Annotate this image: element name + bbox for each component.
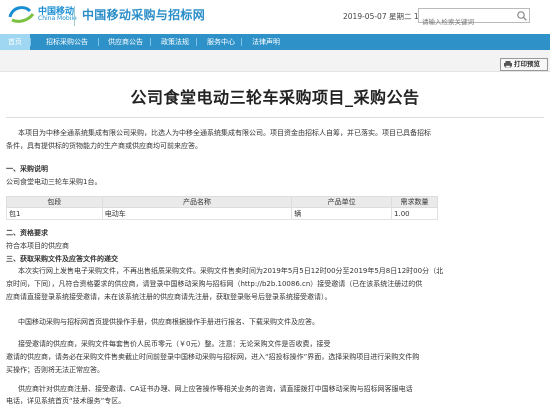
para2: 中国移动采购与招标网首页提供操作手册，供应商根据操作手册进行报名、下载采购文件及… (18, 318, 319, 326)
col-header-unit: 产品单位 (291, 196, 393, 208)
product-table: 包段 产品名称 产品单位 需求数量 包1 电动车 辆 1.00 (6, 196, 438, 220)
main-nav: 首页 招标采购公告 供应商公告 政策法规 服务中心 法律声明 (0, 34, 550, 50)
section1-text: 公司食堂电动三轮车采购1台。 (6, 178, 102, 186)
intro-line-2: 条件，具有提供标的货物能力的生产商或供应商均可前来应答。 (6, 142, 202, 150)
print-preview-label: 打印预览 (514, 60, 540, 68)
site-title[interactable]: 中国移动采购与招标网 (82, 6, 205, 23)
header-divider (74, 6, 75, 26)
para1-line-3: 应商请直接登录系统接受邀请，未在该系统注册的供应商请先注册，获取登录账号后登录系… (6, 293, 332, 301)
cell-package: 包1 (6, 207, 103, 220)
para4-line-2: 电话，详见系统首页“技术服务”专区。 (6, 397, 126, 405)
nav-item-policies[interactable]: 政策法规 (161, 34, 189, 50)
search-input[interactable] (419, 15, 514, 29)
table-row: 包1 电动车 辆 1.00 (6, 207, 438, 220)
china-mobile-logo-icon[interactable] (6, 3, 36, 25)
cell-quantity: 1.00 (391, 207, 438, 220)
section-heading-documents: 三、获取采购文件及应答文件的递交 (6, 255, 118, 263)
nav-item-service-center[interactable]: 服务中心 (207, 34, 235, 50)
col-header-product-name: 产品名称 (101, 196, 293, 208)
section-heading-procurement: 一、采购说明 (6, 165, 48, 173)
site-header: 中国移动 China Mobile 中国移动采购与招标网 2019-05-07 … (0, 0, 550, 34)
nav-item-legal[interactable]: 法律声明 (252, 34, 280, 50)
intro-line-1: 本项目为中移全通系统集成有限公司采购，比选人为中移全通系统集成有限公司。项目资金… (18, 129, 431, 137)
cell-unit: 辆 (291, 207, 393, 220)
section2-text: 符合本项目的供应商 (6, 242, 69, 250)
toolbar (0, 50, 550, 72)
nav-separator (30, 38, 31, 46)
nav-separator (241, 38, 242, 46)
print-preview-button[interactable]: 打印预览 (500, 58, 548, 71)
nav-item-tender-notices[interactable]: 招标采购公告 (46, 34, 88, 50)
para3-line-1: 接受邀请的供应商，采购文件每套售价人民币零元（￥0元）整。注意：无论采购文件是否… (18, 340, 331, 348)
para1-line-2: 京时间，下同），凡符合资格要求的供应商，请登录中国移动采购与招标网（http:/… (6, 280, 423, 288)
nav-separator (150, 38, 151, 46)
section-heading-qualification: 二、资格要求 (6, 229, 48, 237)
nav-item-supplier-notices[interactable]: 供应商公告 (108, 34, 143, 50)
logo-text-en: China Mobile (38, 15, 77, 22)
search-box (418, 8, 530, 29)
nav-separator (98, 38, 99, 46)
printer-icon (504, 61, 512, 68)
para3-line-3: 买操作；否则将无法正常应答。 (6, 366, 104, 374)
nav-item-home[interactable]: 首页 (0, 34, 30, 50)
cell-product-name: 电动车 (101, 207, 293, 220)
search-icon[interactable] (516, 10, 528, 21)
table-header-row: 包段 产品名称 产品单位 需求数量 (6, 196, 438, 208)
col-header-quantity: 需求数量 (391, 196, 438, 208)
title-divider (6, 117, 544, 118)
col-header-package: 包段 (6, 196, 103, 208)
para3-line-2: 邀请的供应商，请务必在采购文件售卖截止时间前登录中国移动采购与招标网，进入“招投… (6, 353, 420, 361)
para1-line-1: 本次实行网上发售电子采购文件，不再出售纸质采购文件。采购文件售卖时间为2019年… (18, 267, 444, 275)
document-title: 公司食堂电动三轮车采购项目_采购公告 (130, 88, 420, 107)
nav-separator (196, 38, 197, 46)
